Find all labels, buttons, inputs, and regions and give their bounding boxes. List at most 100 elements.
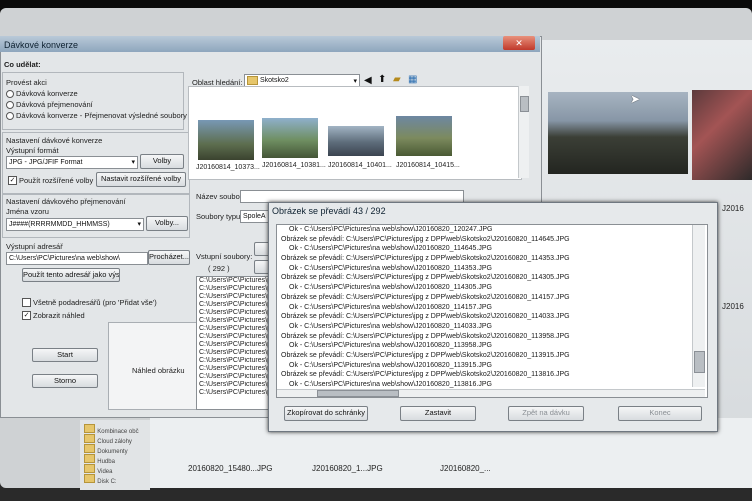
stop-button[interactable]: Zastavit	[400, 406, 476, 421]
output-dir-label: Výstupní adresář	[6, 242, 63, 251]
mode-conversion-label: Dávková konverze	[16, 89, 78, 98]
start-button[interactable]: Start	[32, 348, 98, 362]
thumbnail-scrollbar[interactable]	[518, 86, 529, 178]
advanced-settings-button[interactable]: Nastavit rozšířené volby	[96, 172, 186, 187]
log-line[interactable]: Ok - C:\Users\PC\Pictures\na web\show\J2…	[277, 303, 707, 313]
log-horizontal-scrollbar[interactable]	[277, 389, 705, 397]
name-pattern-select[interactable]: J####(RRRRMMDD_HHMMSS) ▾	[6, 218, 144, 231]
back-icon[interactable]: ◀	[364, 75, 372, 86]
mode-radio-rename[interactable]	[6, 101, 14, 109]
mode-radio-conversion[interactable]	[6, 90, 14, 98]
input-file-item[interactable]: C:\Users\PC\Pictures\p	[197, 349, 271, 357]
close-dialog-button[interactable]: Konec	[618, 406, 702, 421]
input-file-item[interactable]: C:\Users\PC\Pictures\p	[197, 285, 271, 293]
output-format-label: Výstupní formát	[6, 146, 59, 155]
scrollbar-thumb[interactable]	[317, 390, 399, 397]
input-files-count: ( 292 )	[208, 264, 230, 273]
bottom-file-label[interactable]: J20160820_1...JPG	[312, 464, 383, 473]
log-line[interactable]: Ok - C:\Users\PC\Pictures\na web\show\J2…	[277, 322, 707, 332]
input-file-item[interactable]: C:\Users\PC\Pictures\p	[197, 277, 271, 285]
scrollbar-thumb[interactable]	[520, 96, 529, 112]
input-file-item[interactable]: C:\Users\PC\Pictures\p	[197, 293, 271, 301]
window-titlebar[interactable]	[0, 36, 540, 52]
thumbnail-image[interactable]	[198, 120, 254, 160]
folder-icon	[84, 444, 95, 453]
view-menu-icon[interactable]: ▦	[408, 74, 417, 85]
scrollbar-thumb[interactable]	[694, 351, 705, 373]
log-line[interactable]: Obrázek se převádí: C:\Users\PC\Pictures…	[277, 351, 707, 361]
thumbnail-image[interactable]	[262, 118, 318, 158]
action-subtitle: Co udělat:	[4, 60, 41, 69]
mode-rename-label: Dávková přejmenování	[16, 100, 93, 109]
thumbnail-image[interactable]	[328, 126, 384, 156]
photo-preview-people[interactable]	[692, 90, 752, 180]
log-line[interactable]: Obrázek se převádí: C:\Users\PC\Pictures…	[277, 293, 707, 303]
rename-settings-title: Nastavení dávkového přejmenování	[6, 197, 126, 206]
advanced-options-checkbox[interactable]: ✓	[8, 176, 17, 185]
progress-dialog-title: Obrázek se převádí 43 / 292	[272, 206, 386, 216]
show-preview-checkbox[interactable]: ✓	[22, 311, 31, 320]
input-file-item[interactable]: C:\Users\PC\Pictures\p	[197, 357, 271, 365]
output-format-value: JPG - JPG/JFIF Format	[9, 159, 83, 166]
input-file-item[interactable]: C:\Users\PC\Pictures\p	[197, 317, 271, 325]
rename-options-button[interactable]: Volby...	[146, 216, 188, 231]
input-file-item[interactable]: C:\Users\PC\Pictures\p	[197, 373, 271, 381]
log-line[interactable]: Obrázek se převádí: C:\Users\PC\Pictures…	[277, 370, 707, 380]
advanced-options-label: Použít rozšířené volby	[19, 176, 94, 185]
log-line[interactable]: Ok - C:\Users\PC\Pictures\na web\show\J2…	[277, 283, 707, 293]
output-format-select[interactable]: JPG - JPG/JFIF Format ▾	[6, 156, 138, 169]
subfolders-checkbox[interactable]	[22, 298, 31, 307]
window-title: Dávkové konverze	[4, 40, 79, 50]
back-to-batch-button[interactable]: Zpět na dávku	[508, 406, 584, 421]
cancel-button[interactable]: Storno	[32, 374, 98, 388]
folder-icon	[84, 434, 95, 443]
chevron-down-icon: ▾	[131, 159, 135, 166]
log-line[interactable]: Obrázek se převádí: C:\Users\PC\Pictures…	[277, 312, 707, 322]
log-line[interactable]: Obrázek se převádí: C:\Users\PC\Pictures…	[277, 332, 707, 342]
bottom-file-label[interactable]: J20160820_...	[440, 464, 491, 473]
input-file-item[interactable]: C:\Users\PC\Pictures\p	[197, 301, 271, 309]
thumbnail-label: J20160814_10381...	[262, 162, 326, 169]
log-line[interactable]: Ok - C:\Users\PC\Pictures\na web\show\J2…	[277, 264, 707, 274]
up-folder-icon[interactable]: ⬆	[378, 74, 386, 85]
look-in-value: Skotsko2	[259, 77, 289, 84]
photo-preview-castle[interactable]	[548, 92, 688, 174]
input-file-item[interactable]: C:\Users\PC\Pictures\p	[197, 333, 271, 341]
browse-button[interactable]: Procházet...	[148, 250, 190, 265]
log-line[interactable]: Ok - C:\Users\PC\Pictures\na web\show\J2…	[277, 244, 707, 254]
input-file-item[interactable]: C:\Users\PC\Pictures\p	[197, 309, 271, 317]
log-line[interactable]: Ok - C:\Users\PC\Pictures\na web\show\J2…	[277, 341, 707, 351]
output-dir-field[interactable]: C:\Users\PC\Pictures\na web\show\	[6, 252, 148, 265]
folder-icon	[84, 464, 95, 473]
input-files-list[interactable]: C:\Users\PC\Pictures\p C:\Users\PC\Pictur…	[196, 276, 272, 410]
thumbnail-image[interactable]	[396, 116, 452, 156]
log-line[interactable]: Ok - C:\Users\PC\Pictures\na web\show\J2…	[277, 361, 707, 371]
log-line[interactable]: Ok - C:\Users\PC\Pictures\na web\show\J2…	[277, 225, 707, 235]
input-files-label: Vstupní soubory:	[196, 252, 253, 261]
log-line[interactable]: Obrázek se převádí: C:\Users\PC\Pictures…	[277, 235, 707, 245]
image-preview-label: Náhled obrázku	[132, 366, 185, 375]
bottom-file-label[interactable]: 20160820_15480...JPG	[188, 464, 273, 473]
copy-to-clipboard-button[interactable]: Zkopírovat do schránky	[284, 406, 368, 421]
side-file-label: J2016	[722, 302, 744, 311]
input-file-item[interactable]: C:\Users\PC\Pictures\p	[197, 341, 271, 349]
log-line[interactable]: Obrázek se převádí: C:\Users\PC\Pictures…	[277, 273, 707, 283]
use-current-dir-button[interactable]: Použít tento adresář jako výstup	[22, 268, 120, 282]
input-file-item[interactable]: C:\Users\PC\Pictures\p	[197, 365, 271, 373]
input-file-item[interactable]: C:\Users\PC\Pictures\p	[197, 381, 271, 389]
chevron-down-icon: ▾	[137, 221, 141, 228]
folder-tree: Kombinace obč Cloud zálohy Dokumenty Hud…	[80, 420, 150, 490]
mode-radio-convert-rename[interactable]	[6, 112, 14, 120]
window-close-button[interactable]: ✕	[503, 36, 535, 50]
format-options-button[interactable]: Volby	[140, 154, 184, 169]
log-vertical-scrollbar[interactable]	[692, 225, 705, 387]
log-line[interactable]: Obrázek se převádí: C:\Users\PC\Pictures…	[277, 254, 707, 264]
conversion-log[interactable]: Ok - C:\Users\PC\Pictures\na web\show\J2…	[276, 224, 708, 398]
folder-icon	[84, 474, 95, 483]
input-file-item[interactable]: C:\Users\PC\Pictures\p	[197, 325, 271, 333]
input-file-item[interactable]: C:\Users\PC\Pictures\p	[197, 389, 271, 397]
new-folder-icon[interactable]: ▰	[393, 74, 401, 85]
name-pattern-value: J####(RRRRMMDD_HHMMSS)	[9, 221, 110, 228]
name-pattern-label: Jména vzoru	[6, 207, 49, 216]
folder-item[interactable]: Disk C:	[84, 474, 117, 485]
